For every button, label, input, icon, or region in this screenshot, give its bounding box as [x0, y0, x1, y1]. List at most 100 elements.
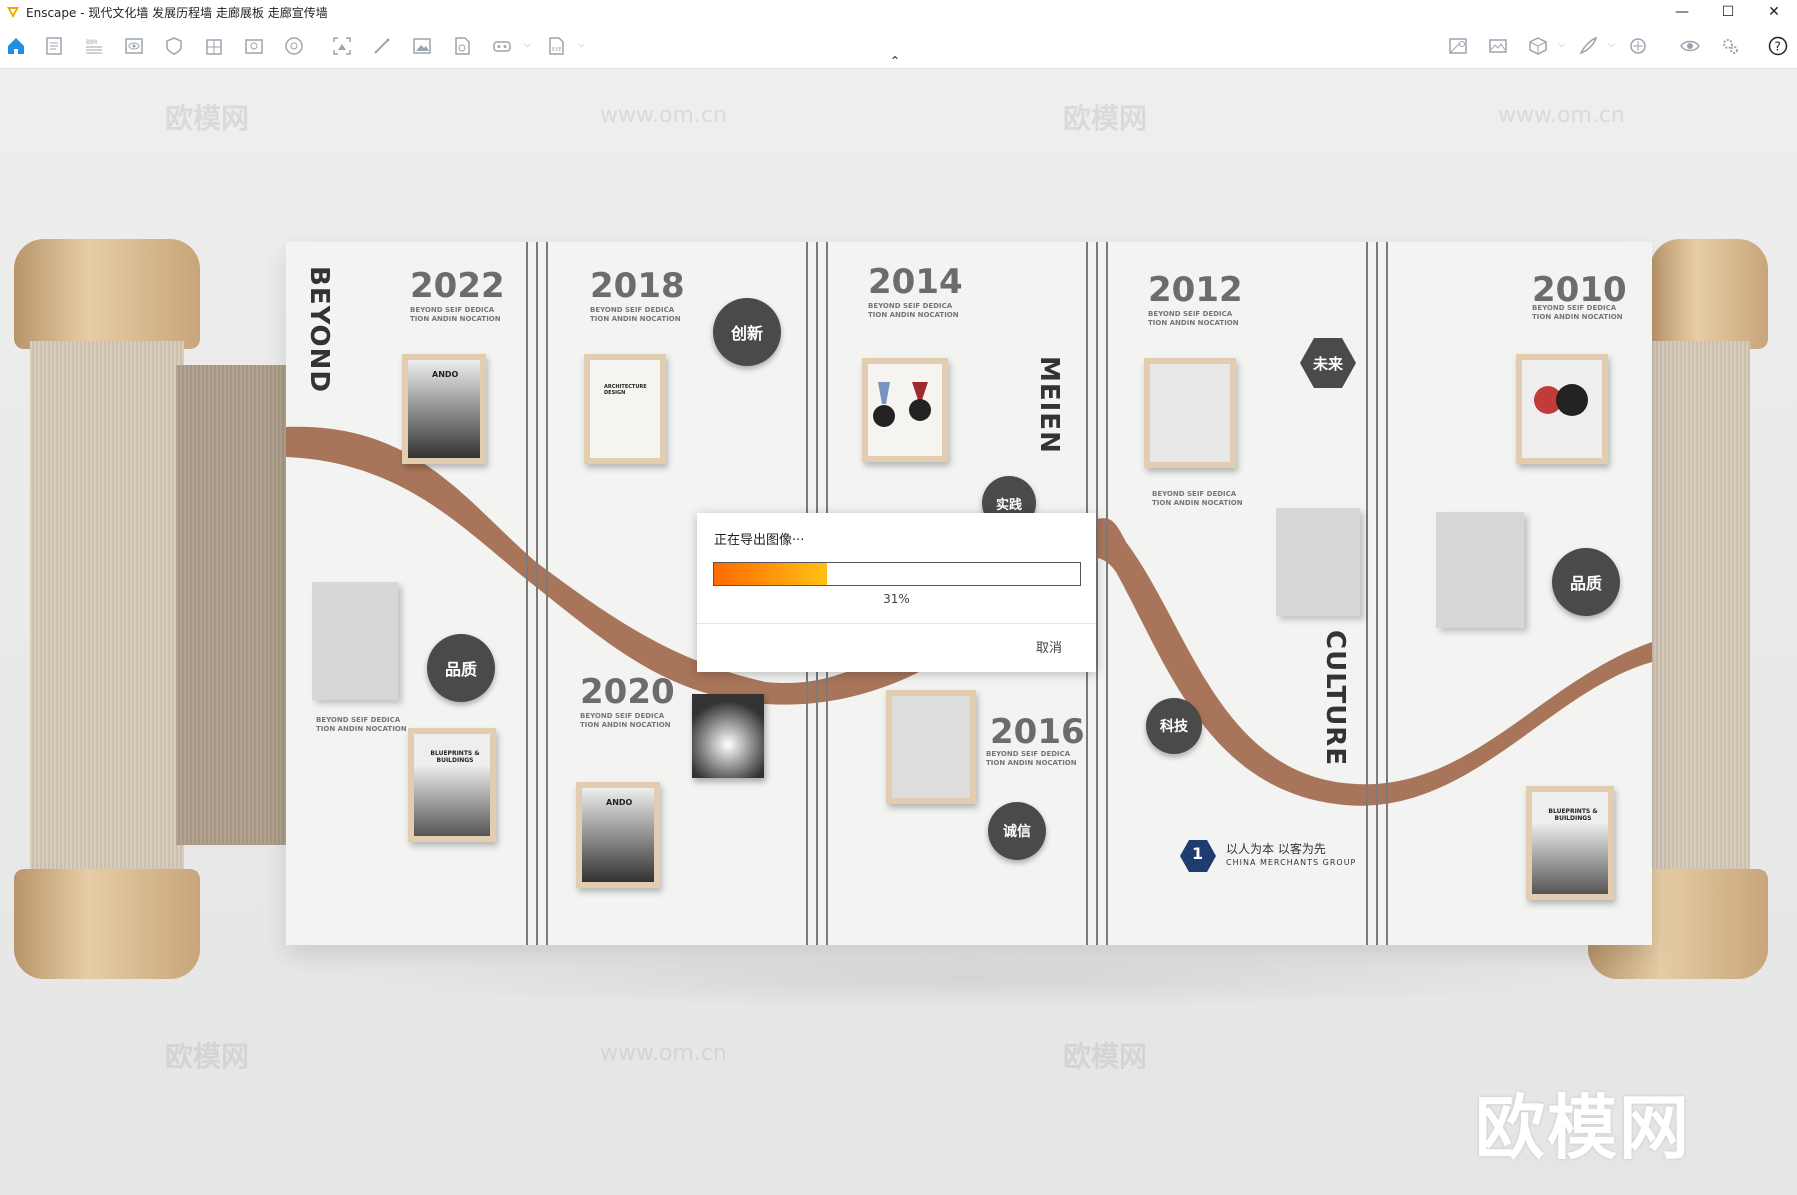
medal-frame: [1516, 354, 1608, 464]
dialog-title: 正在导出图像···: [714, 533, 805, 548]
maximize-button[interactable]: ☐: [1705, 0, 1751, 24]
scroll-bottom-knob-left: [14, 869, 200, 979]
frame-label: ANDO: [432, 370, 459, 379]
vertical-word-meien: MEIEN: [1034, 356, 1064, 454]
capture-icon[interactable]: [330, 34, 354, 58]
watermark: 欧模网: [165, 102, 250, 135]
year-2016: 2016: [990, 712, 1085, 752]
file-icon[interactable]: [450, 34, 474, 58]
export-progress-bar: [713, 562, 1081, 586]
slogan-text: 以人为本 以客为先: [1226, 842, 1326, 856]
book-frame: [886, 690, 976, 804]
year-2014: 2014: [868, 262, 963, 302]
window-title: Enscape - 现代文化墙 发展历程墙 走廊展板 走廊宣传墙: [26, 5, 328, 20]
badge-technology: 科技: [1146, 698, 1202, 754]
map-icon[interactable]: [1446, 34, 1470, 58]
vr-icon[interactable]: [490, 34, 514, 58]
year-subtitle: BEYOND SEIF DEDICA TION ANDIN NOCATION: [868, 302, 959, 319]
scroll-paper-left: [176, 365, 286, 845]
badge-quality: 品质: [1552, 548, 1620, 616]
close-button[interactable]: ✕: [1751, 0, 1797, 24]
stripe: [1386, 242, 1388, 945]
svg-text:EXE: EXE: [552, 47, 562, 53]
badge-integrity: 诚信: [988, 802, 1046, 860]
svg-text:?: ?: [1775, 40, 1781, 54]
stripe: [1096, 242, 1098, 945]
scroll-top-knob-right: [1650, 239, 1768, 349]
year-2020: 2020: [580, 672, 675, 712]
image-icon[interactable]: [410, 34, 434, 58]
stripe: [1366, 242, 1368, 945]
grey-panel: [1436, 512, 1524, 628]
vertical-word-culture: CULTURE: [1320, 630, 1350, 767]
dialog-divider: [697, 623, 1096, 624]
cube-icon[interactable]: [1526, 34, 1550, 58]
year-subtitle: BEYOND SEIF DEDICA TION ANDIN NOCATION: [590, 306, 681, 323]
year-subtitle: BEYOND SEIF DEDICA TION ANDIN NOCATION: [316, 716, 407, 733]
window-controls: — ☐ ✕: [1659, 0, 1797, 24]
eye-box-icon[interactable]: [122, 34, 146, 58]
collapse-toolbar-chevron-icon[interactable]: ⌃: [890, 54, 900, 68]
grey-panel: [1276, 508, 1360, 616]
minimize-button[interactable]: —: [1659, 0, 1705, 24]
photo-frame: ANDO: [576, 782, 660, 888]
eye-icon[interactable]: [1678, 34, 1702, 58]
panorama-icon[interactable]: [1486, 34, 1510, 58]
export-progress-dialog: 正在导出图像··· 31% 取消: [697, 513, 1096, 672]
feather-dropdown-chevron-icon[interactable]: ⌵: [1608, 40, 1615, 50]
year-subtitle: BEYOND SEIF DEDICA TION ANDIN NOCATION: [410, 306, 501, 323]
book-frame: BLUEPRINTS & BUILDINGS: [1526, 786, 1614, 900]
export-icon[interactable]: EXE: [544, 34, 568, 58]
stripe: [546, 242, 548, 945]
vertical-word-beyond: BEYOND: [304, 266, 334, 393]
scroll-top-knob-left: [14, 239, 200, 349]
feather-icon[interactable]: [1576, 34, 1600, 58]
photo-box-icon[interactable]: [242, 34, 266, 58]
stripe: [1106, 242, 1108, 945]
shield-icon[interactable]: [162, 34, 186, 58]
settings-icon[interactable]: [1718, 34, 1742, 58]
year-subtitle: BEYOND SEIF DEDICA TION ANDIN NOCATION: [580, 712, 671, 729]
photo-frame: ARCHITECTURE DESIGN: [584, 354, 666, 464]
medal-icon: [873, 382, 931, 427]
wand-icon[interactable]: [370, 34, 394, 58]
frame-label: ANDO: [606, 798, 633, 807]
wall-shadow: [320, 949, 1620, 1009]
corridor-photo: [692, 694, 764, 778]
title-bar: Enscape - 现代文化墙 发展历程墙 走廊展板 走廊宣传墙 — ☐ ✕: [0, 0, 1797, 24]
sphere-icon[interactable]: [282, 34, 306, 58]
badge-innovation: 创新: [713, 298, 781, 366]
document-icon[interactable]: [42, 34, 66, 58]
watermark-url: www.om.cn: [600, 1041, 727, 1066]
frame-label: BLUEPRINTS & BUILDINGS: [430, 750, 480, 764]
frame-label: BLUEPRINTS & BUILDINGS: [1548, 808, 1598, 822]
year-subtitle: BEYOND SEIF DEDICA TION ANDIN NOCATION: [1532, 304, 1623, 321]
medal-icon: [1534, 384, 1588, 416]
share-icon[interactable]: [1626, 34, 1650, 58]
year-2022: 2022: [410, 266, 505, 306]
progress-percent: 31%: [883, 592, 910, 606]
frame-label: ARCHITECTURE DESIGN: [604, 384, 647, 396]
badge-quality: 品质: [427, 634, 495, 702]
scroll-roll-right: [1650, 341, 1750, 871]
vr-dropdown-chevron-icon[interactable]: ⌵: [524, 40, 531, 50]
year-2018: 2018: [590, 266, 685, 306]
help-icon[interactable]: ?: [1766, 34, 1790, 58]
year-subtitle: BEYOND SEIF DEDICA TION ANDIN NOCATION: [1152, 490, 1243, 507]
book-frame: BLUEPRINTS & BUILDINGS: [408, 728, 496, 842]
slogan-number: 1: [1192, 844, 1204, 863]
watermark-url: www.om.cn: [1498, 103, 1625, 128]
cube-dropdown-chevron-icon[interactable]: ⌵: [1558, 40, 1565, 50]
stripe: [1376, 242, 1378, 945]
export-dropdown-chevron-icon[interactable]: ⌵: [578, 40, 585, 50]
cancel-button[interactable]: 取消: [1036, 637, 1062, 656]
year-2012: 2012: [1148, 270, 1243, 310]
grey-panel: [312, 582, 398, 700]
svg-text:BIM: BIM: [86, 39, 97, 46]
bim-icon[interactable]: BIM: [82, 34, 106, 58]
home-icon[interactable]: [4, 34, 28, 58]
building-icon[interactable]: [202, 34, 226, 58]
enscape-logo-icon: [7, 7, 19, 18]
watermark: 欧模网: [165, 1040, 250, 1073]
watermark-url: www.om.cn: [600, 103, 727, 128]
